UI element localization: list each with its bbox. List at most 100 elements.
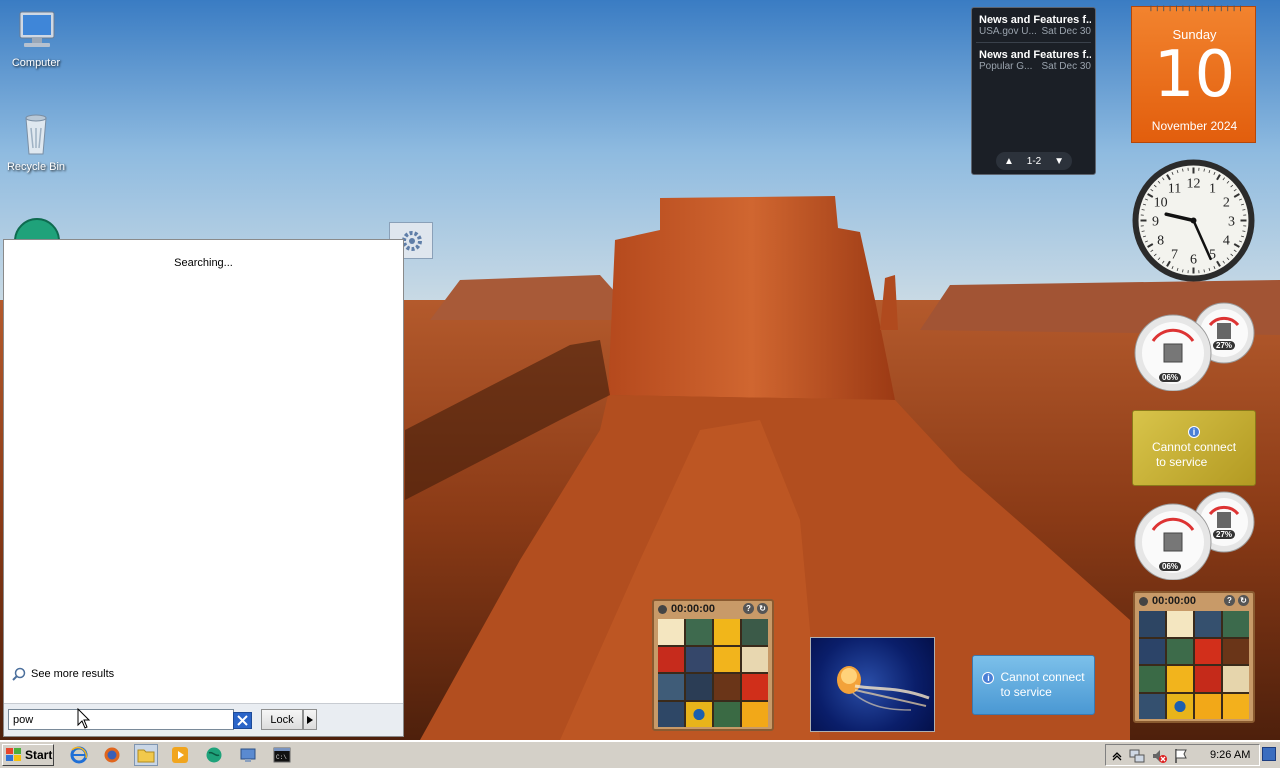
desktop-icon-label: Recycle Bin [6, 161, 66, 173]
puzzle-tile[interactable] [1139, 693, 1165, 719]
puzzle-tile[interactable] [686, 646, 712, 672]
lock-button[interactable]: Lock [261, 709, 303, 730]
clock-numeral: 11 [1168, 182, 1181, 197]
quick-launch-media-player[interactable] [168, 744, 192, 766]
show-desktop-button[interactable] [1262, 747, 1276, 761]
clock-numeral: 10 [1154, 196, 1168, 211]
feed-page-indicator: 1-2 [1026, 155, 1042, 167]
weather-error-message: i Cannot connect to service [1152, 426, 1236, 470]
close-icon [237, 715, 248, 726]
action-center-tray-button[interactable] [1173, 748, 1189, 764]
taskbar-clock[interactable]: 9:26 AM [1210, 749, 1250, 761]
puzzle-tile[interactable] [1139, 638, 1165, 664]
puzzle-tile[interactable] [714, 701, 740, 727]
feed-prev-arrow-icon[interactable]: ▲ [1004, 156, 1014, 167]
puzzle-tile[interactable] [1223, 693, 1249, 719]
quick-launch-windows-explorer[interactable] [134, 744, 158, 766]
feed-headlines-gadget[interactable]: News and Features f... USA.gov U... Sat … [971, 7, 1096, 175]
network-icon [1129, 749, 1145, 763]
start-button[interactable]: Start [2, 744, 54, 766]
puzzle-help-icon[interactable]: ? [1224, 595, 1235, 606]
quick-launch-firefox[interactable] [100, 744, 124, 766]
puzzle-help-icon[interactable]: ? [743, 603, 754, 614]
puzzle-tile[interactable] [686, 619, 712, 645]
search-status-text: Searching... [174, 257, 233, 269]
puzzle-settings-icon[interactable]: ↻ [757, 603, 768, 614]
feed-item[interactable]: News and Features f... Popular G... Sat … [979, 49, 1091, 72]
puzzle-tile[interactable] [1195, 611, 1221, 637]
weather-gadget[interactable]: i Cannot connect to service [972, 655, 1095, 715]
puzzle-tile[interactable] [714, 674, 740, 700]
media-player-icon [172, 747, 188, 763]
puzzle-tile[interactable] [658, 674, 684, 700]
puzzle-tile[interactable] [658, 701, 684, 727]
feed-next-arrow-icon[interactable]: ▼ [1054, 156, 1064, 167]
quick-launch-command-prompt[interactable]: C:\ [270, 744, 294, 766]
calendar-gadget[interactable]: Sunday 10 November 2024 [1131, 5, 1256, 143]
cpu-meter-gadget[interactable]: 06% 27% [1131, 490, 1255, 581]
puzzle-tile[interactable] [686, 701, 712, 727]
network-tray-button[interactable] [1129, 748, 1145, 764]
puzzle-tile[interactable] [1139, 666, 1165, 692]
recycle-bin-icon [25, 114, 47, 155]
puzzle-tile[interactable] [1195, 666, 1221, 692]
volume-muted-icon [1153, 750, 1167, 763]
shutdown-options-arrow[interactable] [303, 709, 317, 730]
puzzle-tile[interactable] [1223, 666, 1249, 692]
puzzle-tile[interactable] [658, 646, 684, 672]
weather-message-line1: Cannot connect [1151, 440, 1237, 454]
quick-launch-remote-desktop[interactable] [236, 744, 260, 766]
desktop-icon-computer[interactable]: Computer [0, 8, 74, 69]
quick-launch-internet-explorer[interactable] [67, 744, 91, 766]
puzzle-tile[interactable] [1167, 611, 1193, 637]
volume-tray-button[interactable] [1151, 748, 1167, 764]
weather-error-message: i Cannot connect to service [982, 670, 1085, 700]
quick-launch-globe-app[interactable] [202, 744, 226, 766]
puzzle-tile[interactable] [1195, 638, 1221, 664]
feed-item-title: News and Features f... [979, 49, 1091, 61]
picture-puzzle-gadget[interactable]: 00:00:00 ? ↻ [1133, 591, 1255, 723]
picture-puzzle-gadget[interactable]: 00:00:00 ? ↻ [652, 599, 774, 731]
desktop-icon-globe-partial[interactable] [12, 217, 62, 239]
firefox-icon [104, 747, 120, 763]
see-more-results-link[interactable]: See more results [12, 667, 114, 681]
puzzle-tile[interactable] [742, 646, 768, 672]
clock-numeral: 2 [1223, 196, 1230, 211]
globe-icon [14, 218, 60, 239]
puzzle-tile[interactable] [714, 619, 740, 645]
feed-item-source: Popular G... [979, 61, 1033, 72]
calendar-day-number: 10 [1153, 38, 1236, 112]
feed-item[interactable]: News and Features f... USA.gov U... Sat … [979, 14, 1091, 37]
info-icon: i [982, 672, 995, 684]
desktop-icon-recycle-bin[interactable]: Recycle Bin [0, 112, 74, 173]
puzzle-header: 00:00:00 ? ↻ [654, 601, 772, 617]
weather-gadget[interactable]: i Cannot connect to service [1132, 410, 1256, 486]
puzzle-grid [658, 619, 768, 727]
cpu-meter-gadget[interactable]: 06% 27% [1131, 301, 1255, 392]
feed-pager: ▲ 1-2 ▼ [996, 152, 1072, 170]
clear-search-button[interactable] [233, 712, 252, 729]
puzzle-tile[interactable] [1195, 693, 1221, 719]
internet-explorer-icon [70, 746, 88, 764]
puzzle-tile[interactable] [742, 619, 768, 645]
calendar-binding-rings-icon [1150, 5, 1241, 12]
puzzle-tile[interactable] [742, 701, 768, 727]
puzzle-tile[interactable] [1167, 638, 1193, 664]
puzzle-settings-icon[interactable]: ↻ [1238, 595, 1249, 606]
puzzle-tile[interactable] [1139, 611, 1165, 637]
puzzle-tile[interactable] [686, 674, 712, 700]
puzzle-tile[interactable] [714, 646, 740, 672]
feed-item-title: News and Features f... [979, 14, 1091, 26]
show-hidden-icons-button[interactable] [1109, 748, 1125, 764]
slideshow-gadget[interactable] [810, 637, 935, 732]
puzzle-tile[interactable] [1223, 611, 1249, 637]
puzzle-tile[interactable] [742, 674, 768, 700]
clock-numeral: 3 [1228, 215, 1235, 230]
puzzle-tile[interactable] [1167, 693, 1193, 719]
puzzle-tile[interactable] [1223, 638, 1249, 664]
computer-icon [19, 11, 55, 47]
puzzle-tile[interactable] [658, 619, 684, 645]
puzzle-tile[interactable] [1167, 666, 1193, 692]
analog-clock-gadget[interactable]: 1234567891011 12 [1131, 158, 1256, 283]
start-search-input[interactable] [8, 709, 234, 730]
